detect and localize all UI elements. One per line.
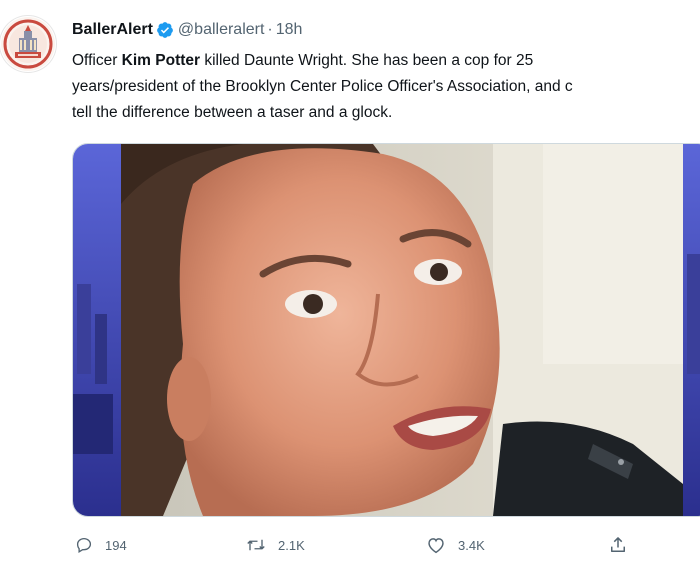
tweet-photo-image	[73, 144, 700, 516]
tweet-actions: 194 2.1K 3.4K	[0, 532, 700, 558]
balleralert-logo	[1, 17, 55, 71]
tweet-text-bold-name: Kim Potter	[121, 52, 201, 69]
heart-icon	[428, 538, 444, 554]
tweet-timestamp[interactable]: 18h	[276, 21, 303, 39]
tweet-text-segment: killed Daunte Wright. She has been a cop…	[200, 52, 534, 69]
tweet-text: Officer Kim Potter killed Daunte Wright.…	[72, 48, 700, 126]
share-icon	[611, 537, 625, 552]
tweet-text-line-1: Officer Kim Potter killed Daunte Wright.…	[72, 48, 700, 74]
tweet-text-line-2: years/president of the Brooklyn Center P…	[72, 78, 573, 95]
tweet-text-line-3: tell the difference between a taser and …	[72, 104, 393, 121]
reply-button[interactable]: 194	[75, 532, 127, 558]
author-handle[interactable]: @balleralert	[178, 21, 265, 39]
retweet-count: 2.1K	[278, 537, 305, 553]
share-button[interactable]	[608, 532, 640, 558]
tweet-text-segment: Officer	[72, 52, 122, 69]
tweet[interactable]: BallerAlert @balleralert · 18h Officer K…	[0, 0, 700, 573]
author-display-name[interactable]: BallerAlert	[72, 21, 153, 39]
like-count: 3.4K	[458, 537, 485, 553]
retweet-button[interactable]: 2.1K	[246, 532, 305, 558]
retweet-icon	[247, 539, 265, 551]
header-separator: ·	[267, 21, 273, 38]
verified-badge-icon	[156, 21, 174, 39]
reply-count: 194	[105, 537, 127, 553]
tweet-photo[interactable]	[72, 143, 700, 517]
author-avatar[interactable]	[0, 16, 56, 72]
like-button[interactable]: 3.4K	[426, 532, 485, 558]
reply-icon	[76, 537, 92, 553]
tweet-header: BallerAlert @balleralert · 18h	[72, 19, 302, 41]
